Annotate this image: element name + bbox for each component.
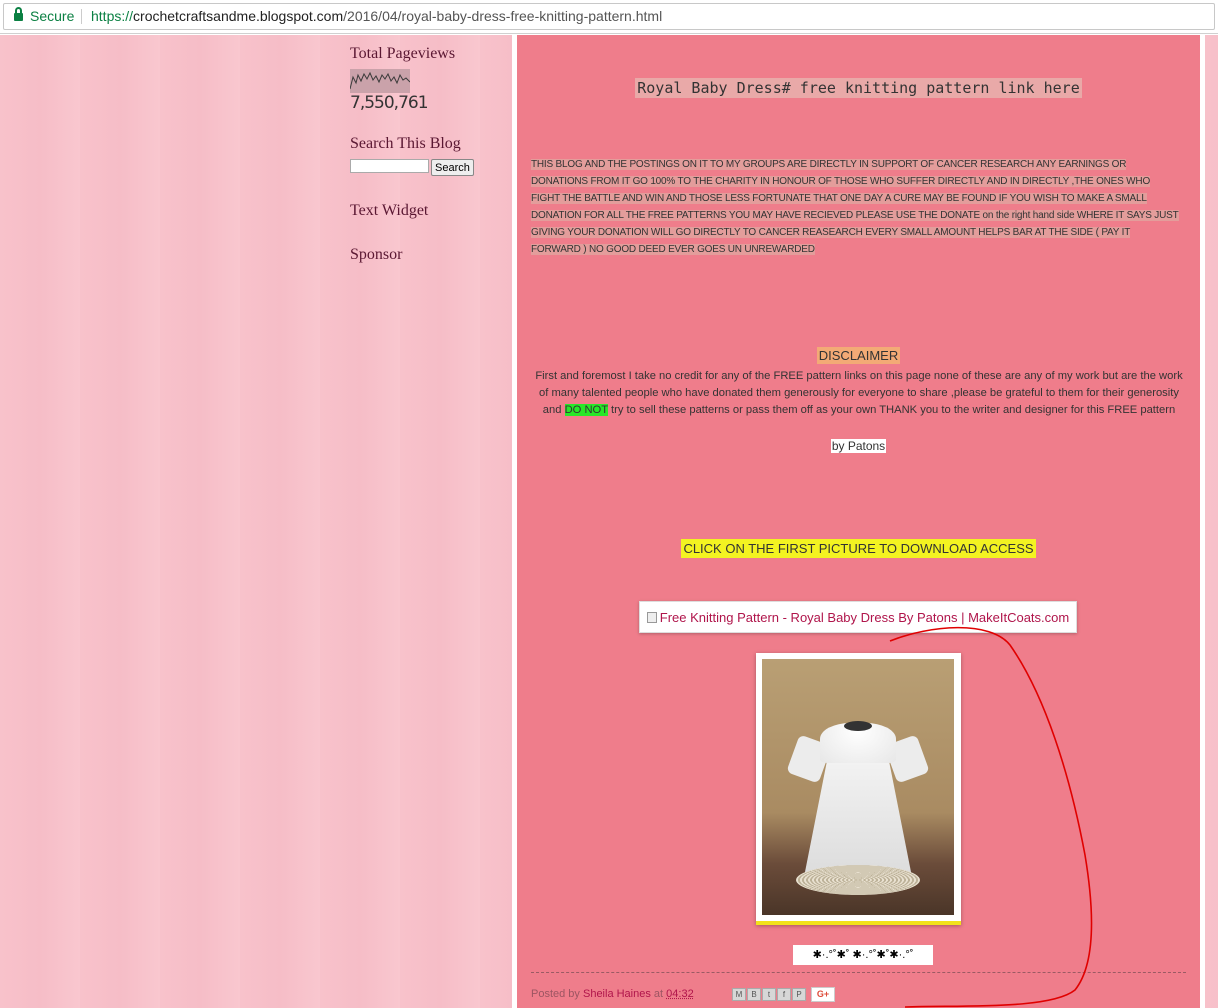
- dress-photo[interactable]: [762, 659, 954, 915]
- pattern-image-link[interactable]: Free Knitting Pattern - Royal Baby Dress…: [639, 601, 1077, 633]
- glyph-divider: ✱·.°˚✱˚ ✱·.°˚✱˚✱·.°˚: [793, 945, 933, 965]
- gplus-button[interactable]: G+: [811, 987, 835, 1002]
- dress-photo-frame[interactable]: [756, 653, 961, 925]
- do-not-highlight: DO NOT: [564, 404, 608, 416]
- search-input[interactable]: [350, 159, 429, 173]
- search-button[interactable]: Search: [431, 159, 474, 176]
- sponsor-title: Sponsor: [350, 246, 403, 263]
- address-separator: [81, 9, 82, 24]
- pattern-link-alt-text[interactable]: Free Knitting Pattern - Royal Baby Dress…: [660, 610, 1069, 625]
- byline-wrap: by Patons: [517, 437, 1200, 455]
- browser-toolbar: Secure https://crochetcraftsandme.blogsp…: [0, 0, 1218, 34]
- disclaimer-text-2: try to sell these patterns or pass them …: [607, 404, 1176, 416]
- pageviews-count: 7,550,761: [350, 93, 429, 113]
- url-path: /2016/04/royal-baby-dress-free-knitting-…: [343, 8, 663, 24]
- search-form: Search: [350, 159, 500, 176]
- support-paragraph: THIS BLOG AND THE POSTINGS ON IT TO MY G…: [531, 156, 1181, 258]
- broken-image-icon: [646, 611, 657, 623]
- pinterest-share-icon[interactable]: P: [792, 988, 806, 1001]
- share-buttons: M B t f P: [732, 988, 806, 1001]
- download-cta: CLICK ON THE FIRST PICTURE TO DOWNLOAD A…: [681, 539, 1036, 558]
- email-share-icon[interactable]: M: [732, 988, 746, 1001]
- text-widget-title: Text Widget: [350, 202, 429, 219]
- at-label: at: [650, 988, 667, 1000]
- cta-wrap: CLICK ON THE FIRST PICTURE TO DOWNLOAD A…: [517, 539, 1200, 558]
- post-title: Royal Baby Dress# free knitting pattern …: [635, 78, 1082, 98]
- blog-page: Total Pageviews 7,550,761 Search This Bl…: [0, 35, 1218, 1008]
- author-link[interactable]: Sheila Haines: [583, 988, 651, 1000]
- post-footer: Posted by Sheila Haines at 04:32: [531, 988, 694, 1000]
- facebook-share-icon[interactable]: f: [777, 988, 791, 1001]
- pageviews-sparkline: [350, 69, 410, 93]
- url-host: crochetcraftsandme.blogspot.com: [133, 8, 344, 24]
- disclaimer-title-wrap: DISCLAIMER: [517, 347, 1200, 365]
- byline: by Patons: [830, 439, 887, 453]
- url-text[interactable]: https://crochetcraftsandme.blogspot.com/…: [91, 8, 662, 24]
- post-title-wrap: Royal Baby Dress# free knitting pattern …: [517, 78, 1200, 98]
- support-text: THIS BLOG AND THE POSTINGS ON IT TO MY G…: [531, 159, 1179, 255]
- sidebar: Total Pageviews 7,550,761 Search This Bl…: [350, 45, 500, 270]
- post-content: Royal Baby Dress# free knitting pattern …: [512, 35, 1205, 1008]
- twitter-share-icon[interactable]: t: [762, 988, 776, 1001]
- post-footer-divider: [531, 972, 1186, 973]
- blog-share-icon[interactable]: B: [747, 988, 761, 1001]
- pageviews-title: Total Pageviews: [350, 45, 456, 62]
- url-scheme: https://: [91, 8, 134, 24]
- secure-label: Secure: [30, 8, 75, 24]
- address-bar[interactable]: Secure https://crochetcraftsandme.blogsp…: [3, 3, 1215, 30]
- lock-icon: [14, 7, 23, 21]
- search-title: Search This Blog: [350, 135, 461, 152]
- post-time-link[interactable]: 04:32: [666, 988, 694, 1000]
- disclaimer-title: DISCLAIMER: [816, 347, 901, 364]
- posted-by-label: Posted by: [531, 988, 583, 1000]
- disclaimer-body: First and foremost I take no credit for …: [535, 368, 1183, 419]
